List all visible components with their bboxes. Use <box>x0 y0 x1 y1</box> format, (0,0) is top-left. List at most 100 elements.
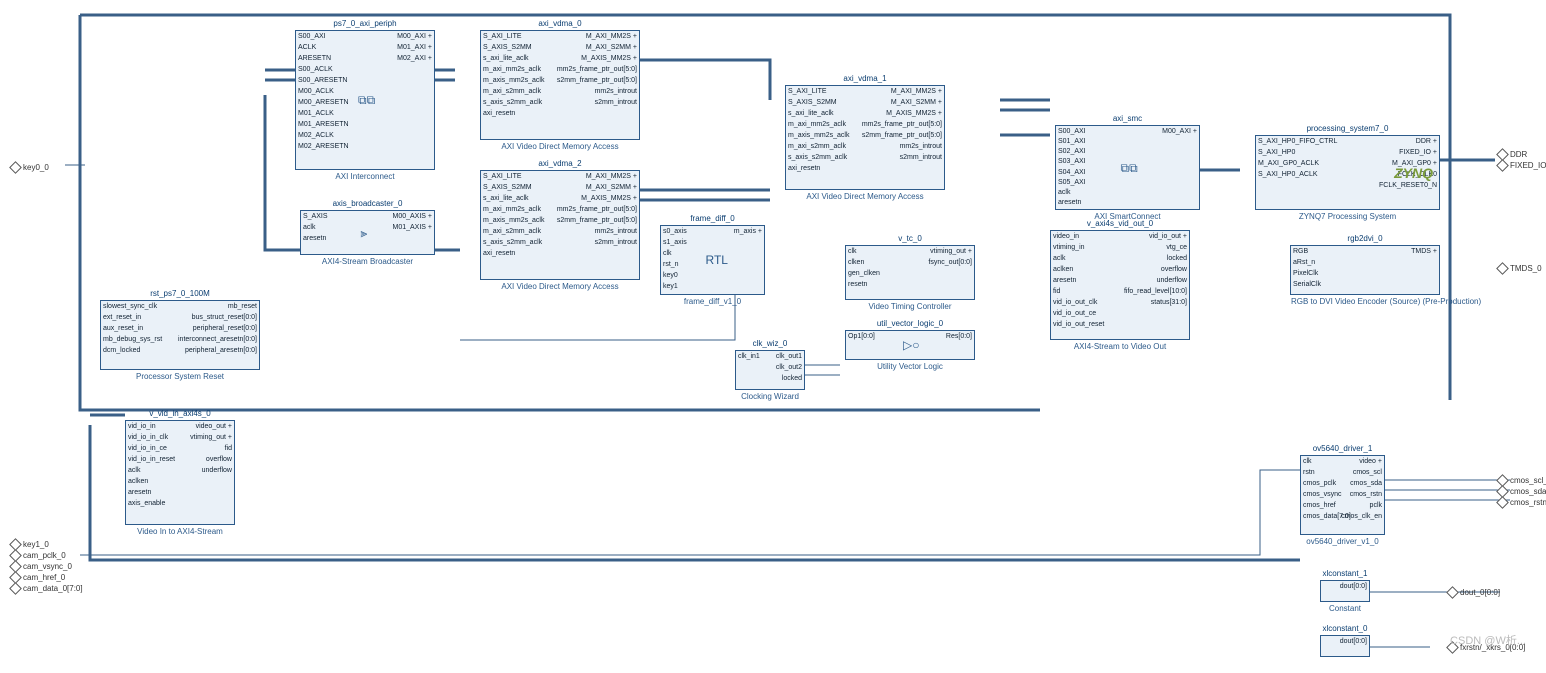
port-in: axis_enable <box>128 500 165 508</box>
port-in: clken <box>848 259 864 267</box>
port-out: M_AXI_S2MM + <box>586 44 637 52</box>
port-out: s2mm_frame_ptr_out[5:0] <box>862 132 942 140</box>
port-sda: cmos_sda_0 <box>1495 487 1546 496</box>
port-in: S01_AXI <box>1058 138 1086 146</box>
port-out: overflow <box>1161 266 1187 274</box>
port-out: peripheral_aresetn[0:0] <box>185 347 257 355</box>
port-in: ext_reset_in <box>103 314 141 322</box>
block-name: v_tc_0 <box>846 234 974 243</box>
port-in: aclken <box>1053 266 1073 274</box>
port-in: s_axi_lite_aclk <box>483 195 529 203</box>
port-dout0: dout_0[0:0] <box>1445 588 1500 597</box>
port-out: video + <box>1359 458 1382 466</box>
block-axi_smc[interactable]: axi_smcAXI SmartConnectS00_AXIS01_AXIS02… <box>1055 125 1200 210</box>
block-ps7_axi_periph[interactable]: ps7_0_axi_periphAXI InterconnectS00_AXIA… <box>295 30 435 170</box>
port-out: vtiming_out + <box>930 248 972 256</box>
port-in: clk_in1 <box>738 353 760 361</box>
block-title: Clocking Wizard <box>736 392 804 401</box>
port-out: overflow <box>206 456 232 464</box>
block-axi_vdma_0[interactable]: axi_vdma_0AXI Video Direct Memory Access… <box>480 30 640 140</box>
block-axis_broadcaster[interactable]: axis_broadcaster_0AXI4-Stream Broadcaste… <box>300 210 435 255</box>
block-title: Video In to AXI4-Stream <box>126 527 234 536</box>
port-out: M_AXIS_MM2S + <box>886 110 942 118</box>
port-in: rst_n <box>663 261 679 269</box>
port-in: axi_resetn <box>788 165 820 173</box>
port-out: underflow <box>202 467 232 475</box>
block-title: AXI Video Direct Memory Access <box>786 192 944 201</box>
block-frame_diff[interactable]: frame_diff_0frame_diff_v1_0s0_axiss1_axi… <box>660 225 765 295</box>
port-out: video_out + <box>196 423 232 431</box>
port-out: peripheral_reset[0:0] <box>193 325 257 333</box>
port-out: cmos_sda <box>1350 480 1382 488</box>
port-out: M_AXI_MM2S + <box>586 173 637 181</box>
block-title: AXI4-Stream to Video Out <box>1051 342 1189 351</box>
port-out: clk_out1 <box>776 353 802 361</box>
port-in: clk <box>848 248 857 256</box>
port-out: mm2s_frame_ptr_out[5:0] <box>557 206 637 214</box>
port-out: mm2s_frame_ptr_out[5:0] <box>862 121 942 129</box>
block-name: rst_ps7_0_100M <box>101 289 259 298</box>
port-in: s_axi_lite_aclk <box>483 55 529 63</box>
block-xlc0[interactable]: xlconstant_0dout[0:0] <box>1320 635 1370 657</box>
block-name: frame_diff_0 <box>661 214 764 223</box>
port-href: cam_href_0 <box>8 573 65 582</box>
port-out: M_AXI_S2MM + <box>891 99 942 107</box>
block-rgb2dvi[interactable]: rgb2dvi_0RGB to DVI Video Encoder (Sourc… <box>1290 245 1440 295</box>
block-clk_wiz[interactable]: clk_wiz_0Clocking Wizardclk_in1clk_out1c… <box>735 350 805 390</box>
port-out: M00_AXI + <box>1162 128 1197 136</box>
port-key1: key1_0 <box>8 540 49 549</box>
port-in: aresetn <box>1053 277 1076 285</box>
block-util_vec[interactable]: util_vector_logic_0Utility Vector LogicO… <box>845 330 975 360</box>
port-out: M01_AXIS + <box>393 224 433 232</box>
block-title: ov5640_driver_v1_0 <box>1301 537 1384 546</box>
port-in: video_in <box>1053 233 1079 241</box>
block-rst_ps7[interactable]: rst_ps7_0_100MProcessor System Resetslow… <box>100 300 260 370</box>
port-in: S_AXI_HP0_FIFO_CTRL <box>1258 138 1337 146</box>
block-xlc1[interactable]: xlconstant_1Constantdout[0:0] <box>1320 580 1370 602</box>
watermark: CSDN @W析... <box>1450 632 1526 648</box>
block-name: processing_system7_0 <box>1256 124 1439 133</box>
block-title: Processor System Reset <box>101 372 259 381</box>
port-in: aclk <box>128 467 140 475</box>
port-out: cmos_rstn <box>1350 491 1382 499</box>
port-in: M01_ACLK <box>298 110 334 118</box>
port-in: S00_AXI <box>1058 128 1086 136</box>
port-out: mm2s_introut <box>900 143 942 151</box>
port-in: S_AXI_LITE <box>483 173 522 181</box>
port-in: S00_ARESETN <box>298 77 347 85</box>
crossbar-icon: ⧉⧉ <box>358 93 375 108</box>
port-in: rstn <box>1303 469 1315 477</box>
block-title: AXI SmartConnect <box>1056 212 1199 221</box>
block-v_axi_vid[interactable]: v_axi4s_vid_out_0AXI4-Stream to Video Ou… <box>1050 230 1190 340</box>
block-axi_vdma_2[interactable]: axi_vdma_2AXI Video Direct Memory Access… <box>480 170 640 280</box>
block-ov5640[interactable]: ov5640_driver_1ov5640_driver_v1_0clkrstn… <box>1300 455 1385 535</box>
port-in: fid <box>1053 288 1060 296</box>
port-out: s2mm_introut <box>595 99 637 107</box>
block-v_tc[interactable]: v_tc_0Video Timing Controllerclkclkengen… <box>845 245 975 300</box>
block-ps7[interactable]: processing_system7_0ZYNQ7 Processing Sys… <box>1255 135 1440 210</box>
port-in: M01_ARESETN <box>298 121 349 129</box>
invert-icon: ▷○ <box>903 338 919 352</box>
port-in: S_AXIS_S2MM <box>483 44 532 52</box>
port-out: M00_AXI + <box>397 33 432 41</box>
port-in: key0 <box>663 272 678 280</box>
port-tmds: TMDS_0 <box>1495 264 1542 273</box>
port-out: interconnect_aresetn[0:0] <box>178 336 257 344</box>
port-out: cmos_scl <box>1353 469 1382 477</box>
block-name: v_vid_in_axi4s_0 <box>126 409 234 418</box>
port-key0: key0_0 <box>8 163 49 172</box>
block-v_vid_in[interactable]: v_vid_in_axi4s_0Video In to AXI4-Streamv… <box>125 420 235 525</box>
port-in: m_axi_s2mm_aclk <box>788 143 846 151</box>
block-title: Utility Vector Logic <box>846 362 974 371</box>
port-in: S_AXIS <box>303 213 328 221</box>
block-title: Video Timing Controller <box>846 302 974 311</box>
port-in: vid_io_in <box>128 423 156 431</box>
block-name: clk_wiz_0 <box>736 339 804 348</box>
block-axi_vdma_1[interactable]: axi_vdma_1AXI Video Direct Memory Access… <box>785 85 945 190</box>
port-out: s2mm_frame_ptr_out[5:0] <box>557 217 637 225</box>
port-in: S05_AXI <box>1058 179 1086 187</box>
port-in: S_AXI_HP0 <box>1258 149 1295 157</box>
port-out: bus_struct_reset[0:0] <box>192 314 257 322</box>
port-out: vtg_ce <box>1166 244 1187 252</box>
port-out: M02_AXI + <box>397 55 432 63</box>
